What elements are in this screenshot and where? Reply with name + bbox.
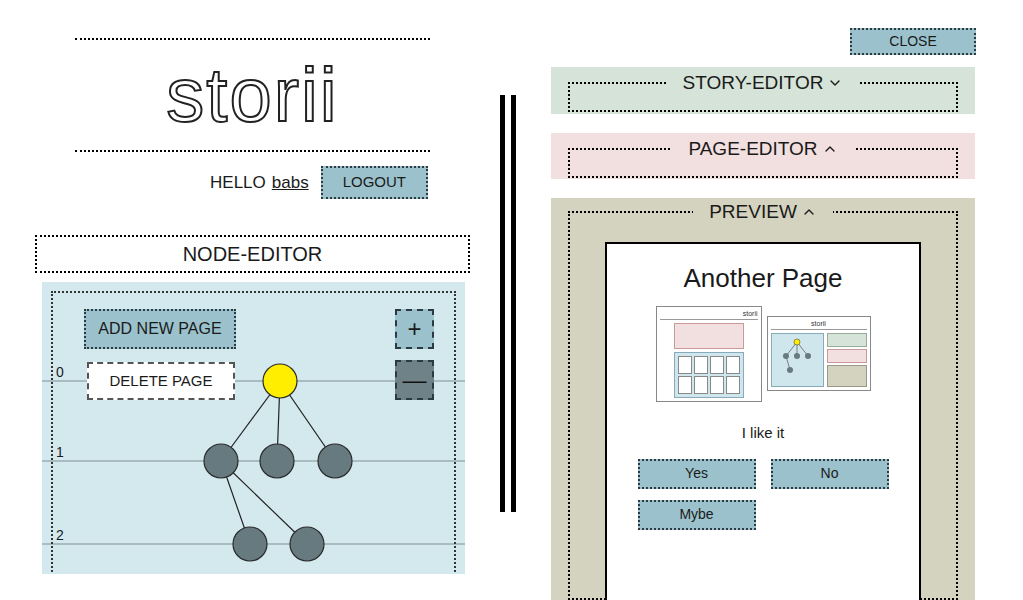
level-label: 2 [56, 527, 64, 543]
level-line [42, 461, 465, 462]
player-thumbnail: storii [656, 306, 762, 402]
node-editor-panel: 0 1 2 ADD NEW PAGE DELETE PAGE + — [42, 282, 465, 574]
zoom-out-button[interactable]: — [395, 360, 434, 400]
zoom-in-button[interactable]: + [395, 309, 434, 349]
panel-title[interactable]: PAGE-EDITOR [672, 137, 853, 161]
page-node[interactable] [204, 444, 238, 478]
right-column: CLOSE STORY-EDITOR PAGE-EDITOR PREVIEW Anoth… [551, 0, 975, 600]
delete-page-button[interactable]: DELETE PAGE [87, 362, 235, 400]
node-editor-header: NODE-EDITOR [35, 235, 470, 273]
thumbnail-header: storii [660, 310, 758, 320]
level-label: 0 [56, 364, 64, 380]
panel-title[interactable]: STORY-EDITOR [667, 71, 860, 95]
logout-button[interactable]: LOGOUT [321, 166, 428, 199]
thumbnail-pink-block [674, 323, 744, 349]
choice-button[interactable]: Mybe [638, 500, 756, 530]
node-edge [221, 461, 307, 544]
page-node[interactable] [290, 527, 324, 561]
node-editor-frame: ADD NEW PAGE DELETE PAGE + — [51, 291, 456, 574]
left-column: storiiHELLObabsLOGOUTNODE-EDITOR012ADD N… [0, 0, 475, 600]
user-row: HELLObabs LOGOUT [0, 166, 428, 199]
preview-page: Another Page storii storii I like it Yes No My… [605, 242, 921, 600]
user-name[interactable]: babs [272, 170, 309, 196]
chevron-down-icon[interactable] [827, 75, 843, 91]
choices: Yes No Mybe [638, 459, 889, 530]
choice-button[interactable]: No [771, 459, 889, 489]
chevron-up-icon[interactable] [822, 141, 838, 157]
page-node[interactable] [260, 444, 294, 478]
preview-panel: PREVIEW Another Page storii storii I like it… [551, 198, 975, 600]
thumbnails: storii storii [656, 306, 871, 402]
separator [500, 95, 516, 512]
editor-thumbnail: storii [767, 316, 871, 391]
page-node[interactable] [318, 444, 352, 478]
panel-title[interactable]: PREVIEW [693, 200, 833, 224]
page-editor-panel: PAGE-EDITOR [551, 133, 975, 180]
story-editor-panel: STORY-EDITOR [551, 67, 975, 114]
choice-button[interactable]: Yes [638, 459, 756, 489]
add-page-button[interactable]: ADD NEW PAGE [84, 309, 236, 349]
page-node[interactable] [233, 527, 267, 561]
level-label: 1 [56, 444, 64, 460]
thumbnail-blue-block [674, 352, 744, 398]
page-title: Another Page [683, 262, 842, 294]
tree-icon [772, 334, 822, 379]
chevron-up-icon[interactable] [801, 204, 817, 220]
thumbnail-header: storii [771, 320, 867, 330]
page-text: I like it [742, 422, 785, 445]
thumbnail-node-area [771, 333, 824, 387]
close-button[interactable]: CLOSE [850, 28, 976, 55]
app: storiiHELLObabsLOGOUTNODE-EDITOR012ADD N… [0, 0, 1023, 600]
page-node[interactable] [263, 364, 297, 398]
logo: storii [75, 38, 430, 152]
greeting: HELLO [210, 170, 266, 196]
